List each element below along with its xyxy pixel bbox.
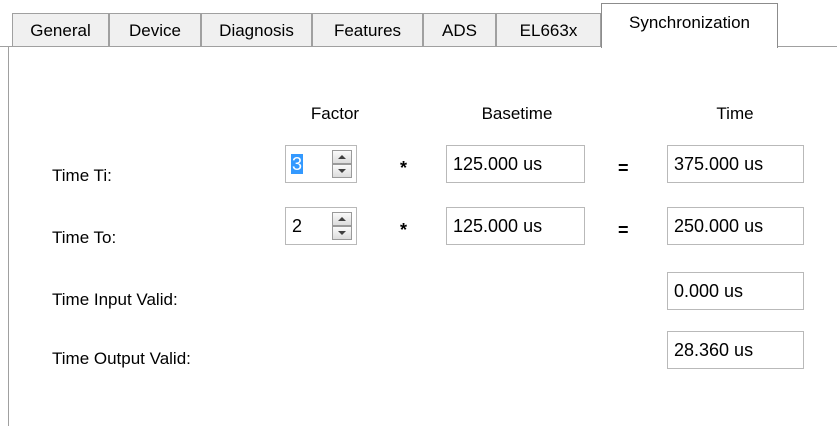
time-ti-factor-spinner[interactable]: 3 xyxy=(285,145,357,183)
multiply-sign: * xyxy=(400,158,408,178)
time-to-result-field[interactable]: 250.000 us xyxy=(667,207,804,245)
tab-ads[interactable]: ADS xyxy=(423,13,496,47)
time-to-basetime-field[interactable]: 125.000 us xyxy=(446,207,585,245)
time-to-factor-spinner[interactable]: 2 xyxy=(285,207,357,245)
tab-diagnosis[interactable]: Diagnosis xyxy=(201,13,312,47)
spin-up-icon[interactable] xyxy=(332,212,352,226)
tab-general[interactable]: General xyxy=(12,13,109,47)
equals-sign: = xyxy=(618,158,629,178)
time-output-valid-label: Time Output Valid: xyxy=(52,349,191,368)
time-output-valid-field[interactable]: 28.360 us xyxy=(667,331,804,369)
tab-synchronization[interactable]: Synchronization xyxy=(601,3,778,48)
time-ti-basetime-field[interactable]: 125.000 us xyxy=(446,145,585,183)
time-to-label: Time To: xyxy=(52,228,117,247)
time-ti-result-field[interactable]: 375.000 us xyxy=(667,145,804,183)
spin-down-icon[interactable] xyxy=(332,226,352,240)
time-ti-label: Time Ti: xyxy=(52,166,112,185)
time-header: Time xyxy=(716,104,754,123)
tab-el663x[interactable]: EL663x xyxy=(496,13,601,47)
spinner-arrows xyxy=(332,150,352,178)
time-input-valid-label: Time Input Valid: xyxy=(52,290,178,309)
panel-border xyxy=(8,46,9,426)
equals-sign: = xyxy=(618,220,629,240)
tab-features[interactable]: Features xyxy=(312,13,423,47)
tab-strip: General Device Diagnosis Features ADS EL… xyxy=(0,0,837,48)
multiply-sign: * xyxy=(400,220,408,240)
spin-down-icon[interactable] xyxy=(332,164,352,178)
time-ti-factor-value[interactable]: 3 xyxy=(291,154,304,174)
basetime-header: Basetime xyxy=(481,104,553,123)
time-input-valid-field[interactable]: 0.000 us xyxy=(667,272,804,310)
tab-device[interactable]: Device xyxy=(109,13,201,47)
time-to-factor-value[interactable]: 2 xyxy=(291,216,303,236)
spin-up-icon[interactable] xyxy=(332,150,352,164)
spinner-arrows xyxy=(332,212,352,240)
factor-header: Factor xyxy=(310,104,360,123)
